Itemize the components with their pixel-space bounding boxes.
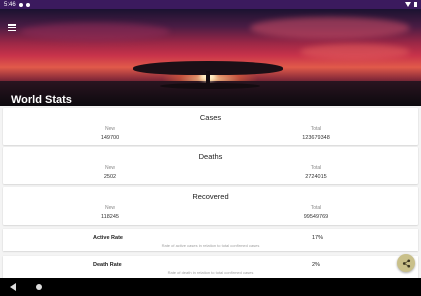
- rate-description: Rate of active cases in relation to tota…: [161, 243, 260, 248]
- new-value: 149700: [100, 135, 120, 141]
- notification-icon-2: [25, 2, 30, 7]
- deaths-card: Deaths New 2502 Total 2724015: [3, 147, 418, 184]
- home-icon[interactable]: [36, 284, 42, 290]
- status-bar: 5:46: [0, 0, 421, 9]
- share-icon: [402, 258, 410, 268]
- total-value: 99549769: [303, 214, 329, 220]
- navigation-bar: [0, 278, 421, 296]
- active-rate-card: Active Rate 17% Rate of active cases in …: [3, 229, 418, 251]
- header-banner: World Stats: [0, 9, 421, 106]
- total-label: Total: [310, 165, 322, 171]
- recovered-card: Recovered New 118245 Total 99549769: [3, 187, 418, 225]
- total-label: Total: [310, 126, 322, 132]
- page-title: World Stats: [11, 94, 72, 106]
- rate-label: Active Rate: [93, 235, 123, 241]
- new-label: New: [104, 205, 115, 211]
- menu-icon[interactable]: [8, 24, 16, 31]
- total-label: Total: [310, 205, 322, 211]
- share-button[interactable]: [397, 254, 415, 272]
- back-icon[interactable]: [10, 283, 16, 291]
- rate-value: 2%: [312, 262, 320, 268]
- new-value: 2502: [103, 174, 117, 180]
- battery-icon: [414, 2, 417, 7]
- card-title: Deaths: [198, 152, 223, 161]
- death-rate-card: Death Rate 2% Rate of death in relation …: [3, 256, 418, 278]
- new-value: 118245: [101, 214, 119, 220]
- hero-cloud: [20, 23, 170, 41]
- ground: [160, 83, 260, 89]
- rate-label: Death Rate: [93, 262, 122, 268]
- hero-cloud: [300, 44, 410, 60]
- status-time: 5:46: [4, 1, 16, 8]
- total-value: 2724015: [305, 174, 327, 180]
- card-title: Recovered: [192, 192, 229, 201]
- new-label: New: [104, 165, 115, 171]
- rate-value: 17%: [312, 235, 324, 241]
- cases-card: Cases New 149700 Total 123679348: [3, 108, 418, 145]
- new-label: New: [104, 126, 115, 132]
- wifi-icon: [405, 2, 411, 7]
- total-value: 123679348: [302, 135, 330, 141]
- hero-cloud: [250, 17, 410, 39]
- rate-description: Rate of death in relation to total confi…: [167, 270, 254, 275]
- card-title: Cases: [199, 113, 222, 122]
- notification-icon: [18, 2, 23, 7]
